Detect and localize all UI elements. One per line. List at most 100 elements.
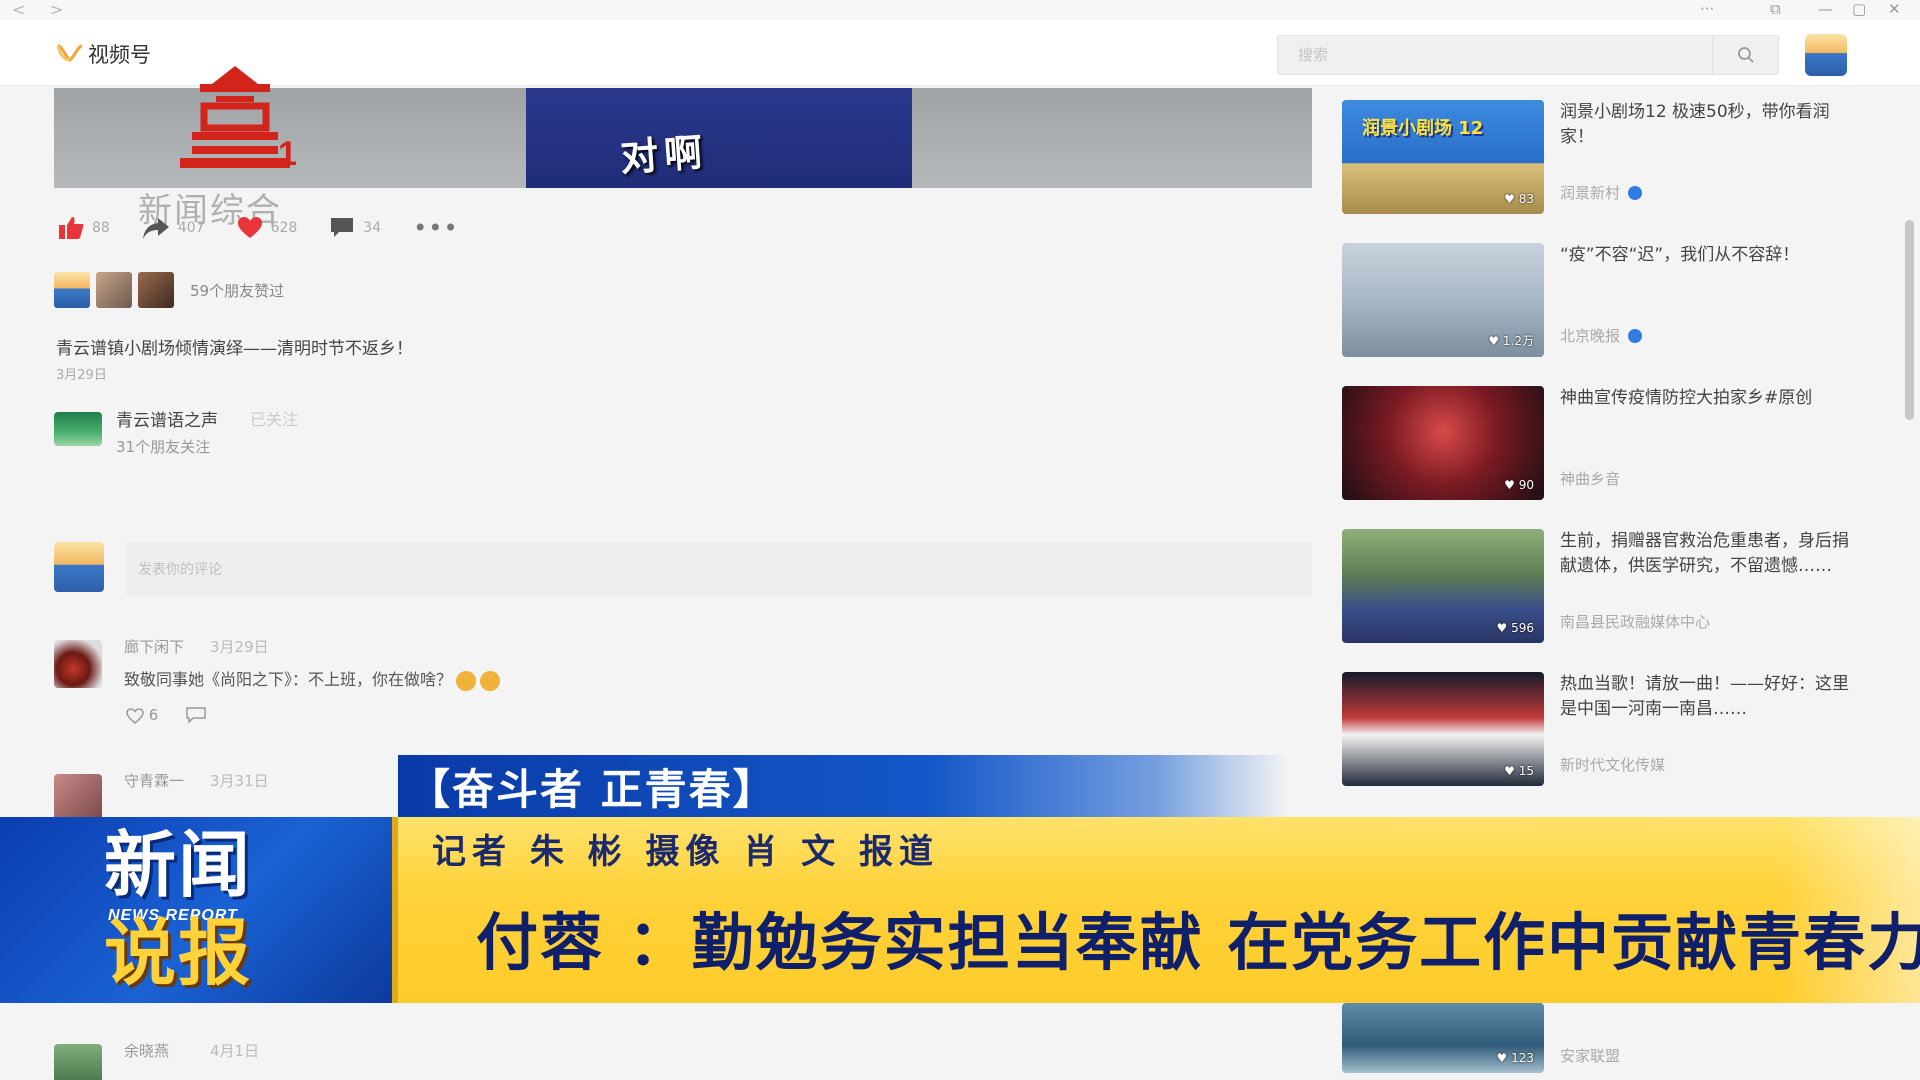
comment-date: 4月1日: [210, 1042, 260, 1060]
recommendation-item[interactable]: 润景小剧场 12 ♥ 83 润景小剧场12 极速50秒，带你看润家！ 润景新村: [1342, 100, 1852, 220]
author-name[interactable]: 南昌县民政融媒体中心: [1560, 611, 1710, 632]
thumbs-up-icon: [59, 217, 84, 239]
program-logo: 新闻 NEWS REPORT 说报: [0, 817, 398, 1003]
heart-count: 628: [270, 220, 298, 236]
maximize-icon[interactable]: ▢: [1852, 0, 1866, 18]
video-thumbnail[interactable]: ♥ 1.2万: [1342, 243, 1544, 357]
search-button[interactable]: [1712, 36, 1778, 74]
avatar[interactable]: [54, 640, 102, 688]
forward-arrow-icon[interactable]: >: [50, 0, 63, 20]
like-badge: ♥ 123: [1496, 1051, 1534, 1065]
video-subtitle: 对啊: [618, 128, 710, 181]
author-avatar[interactable]: [54, 412, 102, 446]
author-name[interactable]: 新时代文化传媒: [1560, 754, 1665, 775]
recommendation-item[interactable]: ♥ 15 热血当歌！请放一曲！——好好：这里是中国一河南一南昌…… 新时代文化传…: [1342, 672, 1852, 792]
share-button[interactable]: 407: [142, 216, 205, 240]
comment-like-button[interactable]: 6: [126, 706, 158, 724]
comment-date: 3月31日: [210, 772, 269, 790]
author-name[interactable]: 青云谱语之声: [116, 406, 218, 431]
reply-icon[interactable]: [186, 707, 207, 723]
like-badge: ♥ 83: [1504, 192, 1534, 206]
avatar[interactable]: [54, 1044, 102, 1080]
comment-date: 3月29日: [210, 638, 269, 656]
search-input[interactable]: [1278, 36, 1698, 74]
heart-icon: [237, 217, 262, 238]
video-thumbnail[interactable]: 润景小剧场 12 ♥ 83: [1342, 100, 1544, 214]
recommendation-item[interactable]: ♥ 123 安家联盟: [1342, 1003, 1852, 1077]
verified-icon: [1628, 328, 1643, 343]
recommendation-item[interactable]: ♥ 596 生前，捐赠器官救治危重患者，身后捐献遗体，供医学研究，不留遗憾…… …: [1342, 529, 1852, 649]
avatar: [54, 272, 90, 308]
post-date: 3月29日: [56, 368, 107, 383]
like-badge: ♥ 15: [1504, 764, 1534, 778]
follow-button[interactable]: 已关注: [250, 406, 298, 430]
comment-item: 余晓燕 4月1日: [54, 1040, 754, 1080]
comment-icon: [331, 218, 354, 237]
minimize-icon[interactable]: —: [1818, 0, 1833, 18]
comment-composer: [54, 536, 1312, 598]
reporter-credit: 记者 朱 彬 摄像 肖 文 报道: [432, 832, 940, 872]
avatar: [96, 272, 132, 308]
comment-text-body: 致敬同事她《尚阳之下》：不上班，你在做啥？: [124, 670, 453, 689]
video-thumbnail[interactable]: ♥ 90: [1342, 386, 1544, 500]
comment-item: 廊下闲下 3月29日 致敬同事她《尚阳之下》：不上班，你在做啥？ 6: [54, 636, 754, 736]
comment-author[interactable]: 廊下闲下: [124, 636, 184, 657]
segment-title: 【奋斗者 正青春】: [408, 765, 777, 814]
avatar: [54, 542, 104, 592]
post-description: 青云谱镇小剧场倾情演绎——清明时节不返乡！: [56, 339, 413, 359]
like-button[interactable]: 88: [58, 216, 110, 240]
app-logo[interactable]: 视频号: [56, 40, 151, 68]
video-person: [526, 88, 912, 188]
video-thumbnail[interactable]: ♥ 596: [1342, 529, 1544, 643]
share-arrow-icon: [142, 218, 169, 239]
comment-author[interactable]: 守青霖一: [124, 770, 184, 791]
scrollbar-thumb[interactable]: [1905, 220, 1914, 420]
recommendation-title[interactable]: 润景小剧场12 极速50秒，带你看润家！: [1560, 100, 1850, 150]
avatar[interactable]: [54, 774, 102, 822]
more-dots-icon: •••: [413, 214, 459, 242]
friends-liked-row[interactable]: 59个朋友赞过: [54, 272, 284, 308]
recommendation-author: 润景新村: [1560, 182, 1643, 203]
more-icon[interactable]: ···: [1700, 0, 1714, 18]
recommendation-title[interactable]: “疫”不容“迟”，我们从不容辞！: [1560, 243, 1850, 268]
recommendation-item[interactable]: ♥ 1.2万 “疫”不容“迟”，我们从不容辞！ 北京晚报: [1342, 243, 1852, 363]
friends-liked-text: 59个朋友赞过: [190, 281, 285, 300]
comment-like-count: 6: [148, 706, 159, 724]
comment-input[interactable]: [126, 542, 1312, 596]
news-headline: 付蓉 ：勤勉务实担当奉献 在党务工作中贡献青春力量: [476, 906, 1920, 979]
close-icon[interactable]: ✕: [1888, 0, 1901, 18]
video-thumbnail[interactable]: ♥ 123: [1342, 1003, 1544, 1073]
pin-icon[interactable]: ⧉: [1770, 0, 1781, 18]
recommendation-title[interactable]: 热血当歌！请放一曲！——好好：这里是中国一河南一南昌……: [1560, 672, 1850, 722]
program-title-line2: 说报: [104, 911, 253, 995]
comment-author[interactable]: 余晓燕: [124, 1040, 169, 1061]
station-number: 1: [278, 135, 297, 173]
back-arrow-icon[interactable]: <: [12, 0, 25, 20]
video-thumbnail[interactable]: ♥ 15: [1342, 672, 1544, 786]
search-box: [1277, 35, 1779, 75]
recommendation-item[interactable]: ♥ 90 神曲宣传疫情防控大拍家乡#原创 神曲乡音: [1342, 386, 1852, 506]
heart-button[interactable]: 628: [237, 216, 298, 240]
author-name[interactable]: 安家联盟: [1560, 1045, 1620, 1066]
author-name[interactable]: 神曲乡音: [1560, 468, 1620, 489]
like-count: 88: [92, 220, 110, 236]
author-name[interactable]: 北京晚报: [1560, 325, 1620, 346]
recommendation-author: 南昌县民政融媒体中心: [1560, 611, 1710, 632]
search-icon: [1737, 47, 1754, 63]
more-button[interactable]: •••: [413, 214, 459, 242]
app-name: 视频号: [88, 43, 151, 67]
thumbnail-title: 润景小剧场 12: [1362, 118, 1484, 139]
verified-icon: [1628, 185, 1643, 200]
recommendation-title[interactable]: 神曲宣传疫情防控大拍家乡#原创: [1560, 386, 1850, 411]
heart-outline-icon: [126, 707, 144, 724]
like-badge: ♥ 596: [1496, 621, 1534, 635]
recommendation-title[interactable]: 生前，捐赠器官救治危重患者，身后捐献遗体，供医学研究，不留遗憾……: [1560, 529, 1850, 579]
recommendation-author: 安家联盟: [1560, 1045, 1620, 1066]
user-avatar[interactable]: [1805, 34, 1847, 76]
author-meta: 31个朋友关注: [116, 438, 211, 456]
channels-logo-icon: [56, 44, 83, 62]
comment-button[interactable]: 34: [329, 216, 381, 240]
window-titlebar: < > ··· ⧉ — ▢ ✕: [0, 0, 1920, 20]
author-name[interactable]: 润景新村: [1560, 182, 1620, 203]
comment-count: 34: [363, 220, 382, 236]
